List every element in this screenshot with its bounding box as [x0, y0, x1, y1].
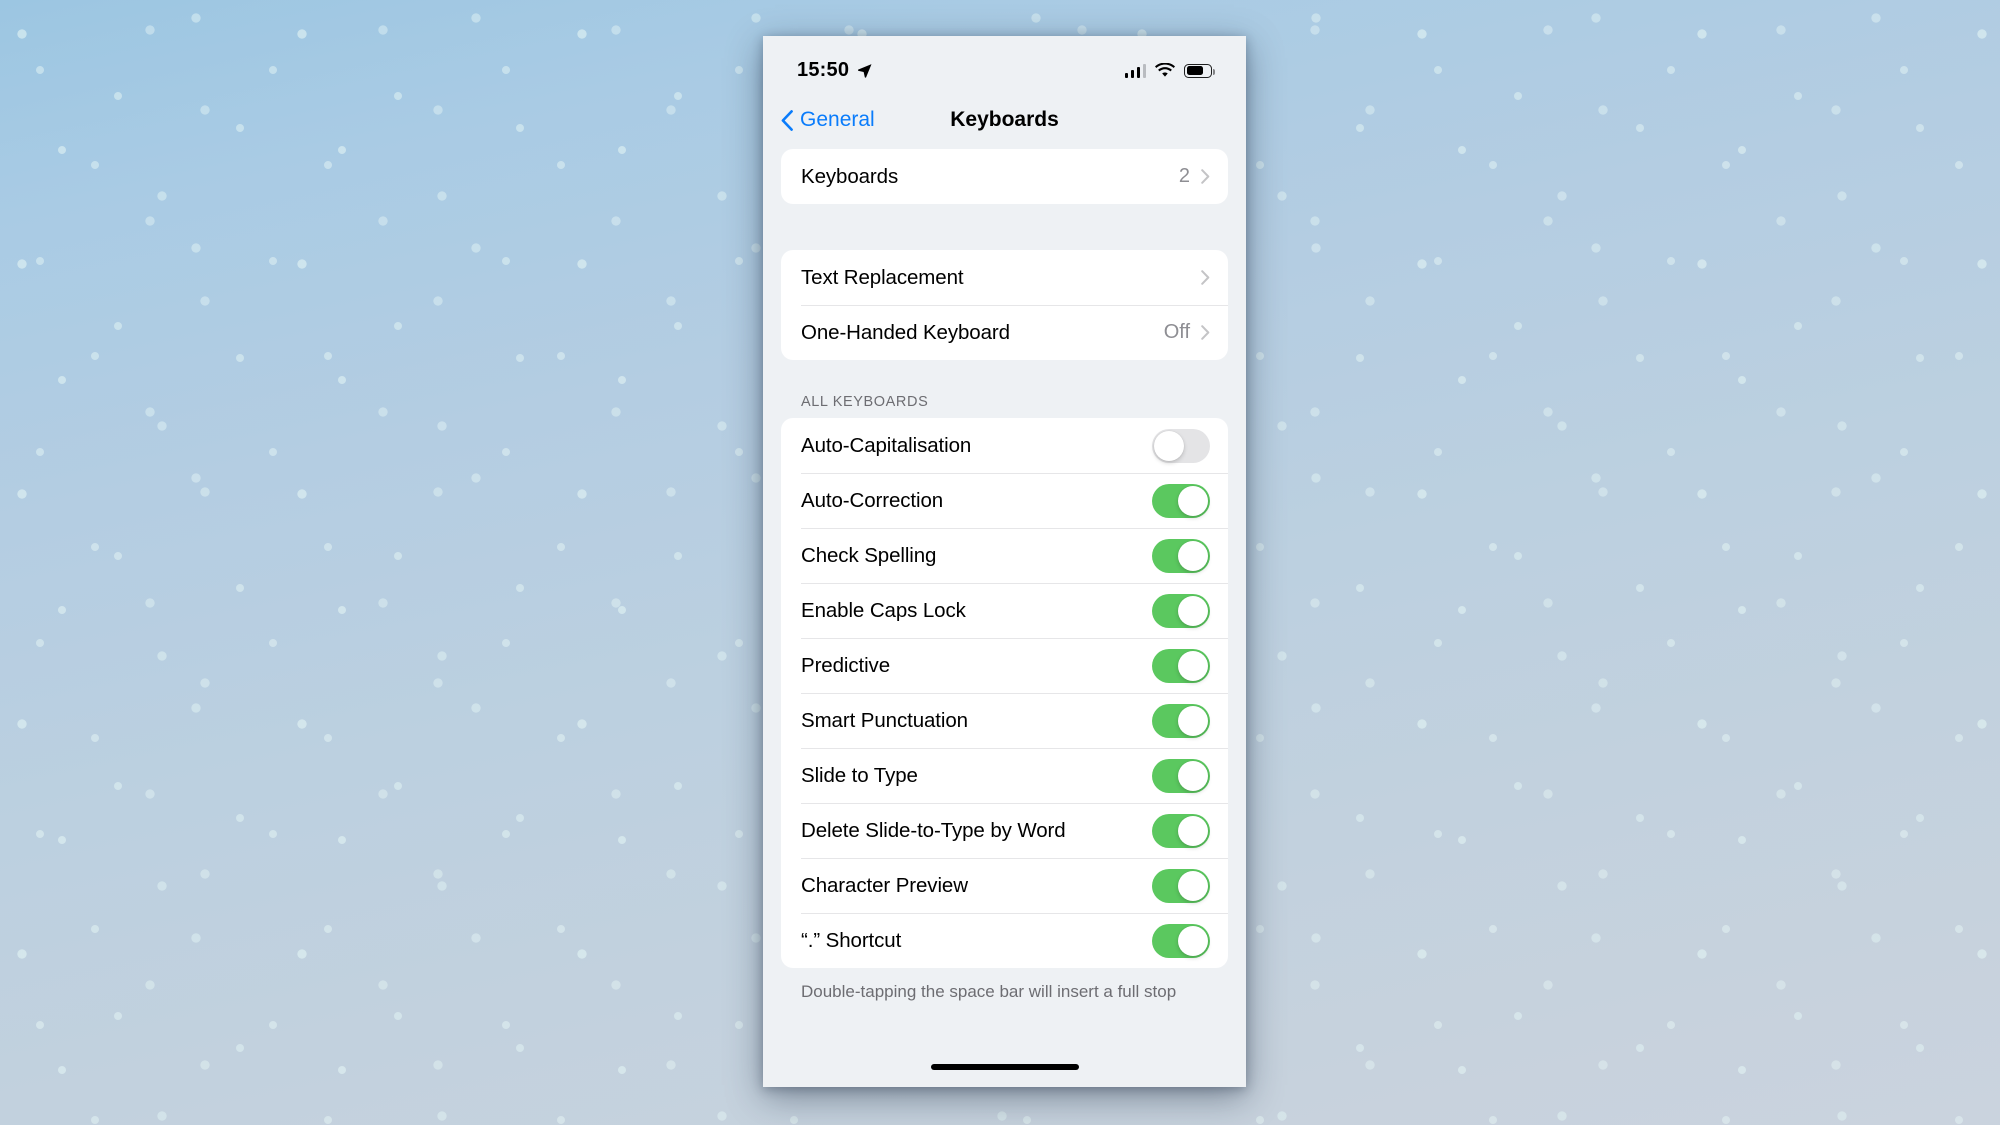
row-auto-capitalisation[interactable]: Auto-Capitalisation — [781, 418, 1228, 473]
row-predictive-label: Predictive — [801, 653, 891, 677]
toggle-knob — [1178, 705, 1208, 736]
battery-icon — [1184, 63, 1216, 78]
row-slide-to-type-label: Slide to Type — [801, 763, 918, 787]
toggle-knob — [1154, 430, 1184, 461]
row-text-replacement[interactable]: Text Replacement — [781, 250, 1228, 305]
toggle-knob — [1178, 595, 1208, 626]
row-text-replacement-label: Text Replacement — [801, 265, 964, 289]
toggle-knob — [1178, 760, 1208, 791]
chevron-right-icon — [1201, 325, 1210, 340]
status-bar: 15:50 — [763, 36, 1246, 91]
row-enable-caps-lock[interactable]: Enable Caps Lock — [781, 583, 1228, 638]
row-auto-correction-label: Auto-Correction — [801, 488, 944, 512]
status-time-label: 15:50 — [797, 59, 850, 81]
keyboards-group: Keyboards 2 — [781, 149, 1228, 204]
row-auto-capitalisation-label: Auto-Capitalisation — [801, 433, 972, 457]
row-delete-slide-to-type-by-word-label: Delete Slide-to-Type by Word — [801, 818, 1066, 842]
row-smart-punctuation[interactable]: Smart Punctuation — [781, 693, 1228, 748]
back-button-general[interactable]: General — [781, 108, 875, 132]
row-keyboards-value: 2 — [1178, 165, 1190, 187]
row-character-preview-label: Character Preview — [801, 873, 968, 897]
toggle-auto-capitalisation[interactable] — [1152, 428, 1210, 463]
phone-screen: 15:50 General Keyboards Keyboards 2 Text… — [763, 36, 1246, 1087]
toggle-delete-slide-to-type-by-word[interactable] — [1152, 813, 1210, 848]
settings-list: Keyboards 2 Text Replacement One-Handed … — [763, 149, 1246, 1003]
cellular-signal-icon — [1124, 63, 1146, 78]
toggle-slide-to-type[interactable] — [1152, 758, 1210, 793]
row-character-preview[interactable]: Character Preview — [781, 858, 1228, 913]
row-full-stop-shortcut-label: “.” Shortcut — [801, 928, 902, 952]
status-bar-left: 15:50 — [797, 59, 873, 82]
toggle-smart-punctuation[interactable] — [1152, 703, 1210, 738]
row-slide-to-type[interactable]: Slide to Type — [781, 748, 1228, 803]
row-predictive[interactable]: Predictive — [781, 638, 1228, 693]
toggle-knob — [1178, 815, 1208, 846]
toggle-knob — [1178, 650, 1208, 681]
row-delete-slide-to-type-by-word[interactable]: Delete Slide-to-Type by Word — [781, 803, 1228, 858]
status-bar-right — [1124, 63, 1216, 78]
back-button-label: General — [800, 108, 875, 131]
location-arrow-icon — [858, 64, 872, 78]
row-enable-caps-lock-label: Enable Caps Lock — [801, 598, 966, 622]
chevron-left-icon — [781, 109, 793, 131]
toggle-full-stop-shortcut[interactable] — [1152, 923, 1210, 958]
text-options-group: Text Replacement One-Handed Keyboard Off — [781, 250, 1228, 360]
row-smart-punctuation-label: Smart Punctuation — [801, 708, 968, 732]
section-header-all-keyboards: ALL KEYBOARDS — [801, 394, 929, 410]
all-keyboards-section: ALL KEYBOARDS — [781, 360, 1228, 418]
row-full-stop-shortcut[interactable]: “.” Shortcut — [781, 913, 1228, 968]
toggle-check-spelling[interactable] — [1152, 538, 1210, 573]
navigation-bar: General Keyboards — [763, 91, 1246, 149]
row-check-spelling-label: Check Spelling — [801, 543, 937, 567]
toggle-character-preview[interactable] — [1152, 868, 1210, 903]
chevron-right-icon — [1201, 270, 1210, 285]
toggle-predictive[interactable] — [1152, 648, 1210, 683]
wifi-icon — [1155, 63, 1175, 77]
row-one-handed-keyboard[interactable]: One-Handed Keyboard Off — [781, 305, 1228, 360]
toggle-knob — [1178, 540, 1208, 571]
toggle-enable-caps-lock[interactable] — [1152, 593, 1210, 628]
row-keyboards[interactable]: Keyboards 2 — [781, 149, 1228, 204]
chevron-right-icon — [1201, 169, 1210, 184]
row-keyboards-label: Keyboards — [801, 164, 899, 188]
row-check-spelling[interactable]: Check Spelling — [781, 528, 1228, 583]
toggle-knob — [1178, 925, 1208, 956]
toggle-knob — [1178, 485, 1208, 516]
all-keyboards-footer: Double-tapping the space bar will insert… — [801, 982, 1177, 1001]
toggle-knob — [1178, 870, 1208, 901]
row-auto-correction[interactable]: Auto-Correction — [781, 473, 1228, 528]
row-one-handed-keyboard-value: Off — [1163, 321, 1190, 343]
toggle-auto-correction[interactable] — [1152, 483, 1210, 518]
row-one-handed-keyboard-label: One-Handed Keyboard — [801, 320, 1010, 344]
home-indicator[interactable] — [930, 1064, 1079, 1070]
all-keyboards-group: Auto-Capitalisation Auto-Correction Check … — [781, 418, 1228, 968]
